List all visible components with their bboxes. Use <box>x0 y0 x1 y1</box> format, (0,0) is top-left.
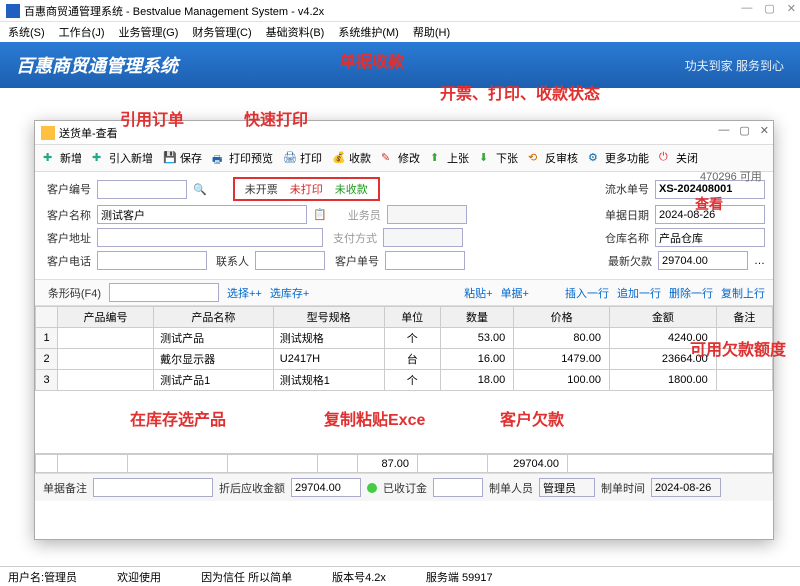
banner-title: 百惠商贸通管理系统 <box>16 52 178 78</box>
doc-no-label: 流水单号 <box>601 181 649 197</box>
paste-link[interactable]: 粘贴+ <box>464 285 492 301</box>
save-button[interactable]: 💾保存 <box>163 150 202 166</box>
warehouse-input[interactable] <box>655 228 765 247</box>
doc-no-input[interactable] <box>655 180 765 199</box>
dialog-close-icon[interactable]: ✕ <box>760 124 769 137</box>
dialog-maximize-icon[interactable]: ▢ <box>739 124 749 137</box>
collect-button[interactable]: 💰收款 <box>332 150 371 166</box>
close-button[interactable]: ⏻关闭 <box>659 150 698 166</box>
lookup-icon-2[interactable]: 📋 <box>313 208 327 221</box>
menu-finance[interactable]: 财务管理(C) <box>192 24 251 40</box>
prev-button[interactable]: ⬆上张 <box>430 150 469 166</box>
cust-code-label: 客户编号 <box>43 181 91 197</box>
select-pp-link[interactable]: 选择++ <box>227 285 262 301</box>
main-menubar: 系统(S) 工作台(J) 业务管理(G) 财务管理(C) 基础资料(B) 系统维… <box>0 22 800 42</box>
single-link[interactable]: 单据+ <box>501 285 529 301</box>
banner-slogan: 功夫到家 服务到心 <box>685 57 784 74</box>
main-titlebar: 百惠商贸通管理系统 - Bestvalue Management System … <box>0 0 800 22</box>
status-paid: 未收款 <box>335 181 368 197</box>
remark-input[interactable] <box>93 478 213 497</box>
dialog-title: 送货单-查看 <box>59 125 118 141</box>
select-stock-link[interactable]: 选库存+ <box>270 285 309 301</box>
remark-label: 单据备注 <box>43 480 87 496</box>
menu-maint[interactable]: 系统维护(M) <box>338 24 399 40</box>
contact-input[interactable] <box>255 251 325 270</box>
append-row-link[interactable]: 追加一行 <box>617 285 661 301</box>
deposit-input[interactable] <box>433 478 483 497</box>
barcode-label: 条形码(F4) <box>43 285 101 301</box>
more-dots-icon[interactable]: … <box>754 255 765 267</box>
status-print: 未打印 <box>290 181 323 197</box>
cust-phone-input[interactable] <box>97 251 207 270</box>
menu-help[interactable]: 帮助(H) <box>413 24 450 40</box>
cust-order-label: 客户单号 <box>331 253 379 269</box>
status-invoice: 未开票 <box>245 181 278 197</box>
sales-label: 业务员 <box>333 207 381 223</box>
delete-row-link[interactable]: 删除一行 <box>669 285 713 301</box>
delivery-dialog: 送货单-查看 — ▢ ✕ ✚新增 ✚引入新增 💾保存 🖶打印预览 🖨打印 💰收款… <box>34 120 774 540</box>
table-row[interactable]: 1测试产品测试规格个53.0080.004240.00 <box>36 328 773 349</box>
items-grid[interactable]: 产品编号产品名称型号规格单位数量价格金额备注 1测试产品测试规格个53.0080… <box>35 306 773 391</box>
print-button[interactable]: 🖨打印 <box>283 150 322 166</box>
cust-code-input[interactable] <box>97 180 187 199</box>
make-time-input <box>651 478 721 497</box>
warehouse-label: 仓库名称 <box>601 230 649 246</box>
maker-label: 制单人员 <box>489 480 533 496</box>
dialog-toolbar: ✚新增 ✚引入新增 💾保存 🖶打印预览 🖨打印 💰收款 ✎修改 ⬆上张 ⬇下张 … <box>35 145 773 172</box>
cust-addr-label: 客户地址 <box>43 230 91 246</box>
maker-input <box>539 478 595 497</box>
edit-button[interactable]: ✎修改 <box>381 150 420 166</box>
pay-method-label: 支付方式 <box>329 230 377 246</box>
dialog-minimize-icon[interactable]: — <box>718 124 729 137</box>
close-icon[interactable]: ✕ <box>787 2 796 15</box>
contact-label: 联系人 <box>213 253 249 269</box>
menu-system[interactable]: 系统(S) <box>8 24 45 40</box>
status-box: 未开票 未打印 未收款 <box>233 177 380 201</box>
banner: 百惠商贸通管理系统 功夫到家 服务到心 <box>0 42 800 88</box>
cust-name-label: 客户名称 <box>43 207 91 223</box>
new-button[interactable]: ✚新增 <box>43 150 82 166</box>
table-row[interactable]: 2戴尔显示器U2417H台16.001479.0023664.00 <box>36 349 773 370</box>
copy-row-link[interactable]: 复制上行 <box>721 285 765 301</box>
discount-input[interactable] <box>291 478 361 497</box>
minimize-icon[interactable]: — <box>741 2 752 15</box>
dialog-icon <box>41 126 55 140</box>
maximize-icon[interactable]: ▢ <box>764 2 774 15</box>
doc-date-input[interactable] <box>655 205 765 224</box>
cust-name-input[interactable] <box>97 205 307 224</box>
sales-input <box>387 205 467 224</box>
latest-debt-input[interactable] <box>658 251 748 270</box>
lookup-icon[interactable]: 🔍 <box>193 183 207 196</box>
table-row[interactable]: 3测试产品1测试规格1个18.00100.001800.00 <box>36 370 773 391</box>
insert-row-link[interactable]: 插入一行 <box>565 285 609 301</box>
print-preview-button[interactable]: 🖶打印预览 <box>212 150 273 166</box>
totals-row: 87.00 29704.00 <box>35 454 773 473</box>
menu-basedata[interactable]: 基础资料(B) <box>266 24 325 40</box>
main-title: 百惠商贸通管理系统 - Bestvalue Management System … <box>24 3 324 19</box>
cust-phone-label: 客户电话 <box>43 253 91 269</box>
cust-order-input[interactable] <box>385 251 465 270</box>
dialog-footer: 单据备注 折后应收金额 已收订金 制单人员 制单时间 <box>35 473 773 501</box>
app-icon <box>6 4 20 18</box>
doc-date-label: 单据日期 <box>601 207 649 223</box>
next-button[interactable]: ⬇下张 <box>479 150 518 166</box>
dialog-titlebar: 送货单-查看 — ▢ ✕ <box>35 121 773 145</box>
menu-business[interactable]: 业务管理(G) <box>119 24 179 40</box>
more-button[interactable]: ⚙更多功能 <box>588 150 649 166</box>
discount-label: 折后应收金额 <box>219 480 285 496</box>
unreview-button[interactable]: ⟲反审核 <box>528 150 578 166</box>
deposit-label: 已收订金 <box>383 480 427 496</box>
status-dot-icon <box>367 483 377 493</box>
new-ref-button[interactable]: ✚引入新增 <box>92 150 153 166</box>
make-time-label: 制单时间 <box>601 480 645 496</box>
pay-method-input <box>383 228 463 247</box>
latest-debt-label: 最新欠款 <box>604 253 652 269</box>
cust-addr-input[interactable] <box>97 228 323 247</box>
menu-workbench[interactable]: 工作台(J) <box>59 24 105 40</box>
statusbar: 用户名:管理员 欢迎使用 因为信任 所以简单 版本号4.2x 服务端 59917 <box>0 566 800 586</box>
barcode-input[interactable] <box>109 283 219 302</box>
